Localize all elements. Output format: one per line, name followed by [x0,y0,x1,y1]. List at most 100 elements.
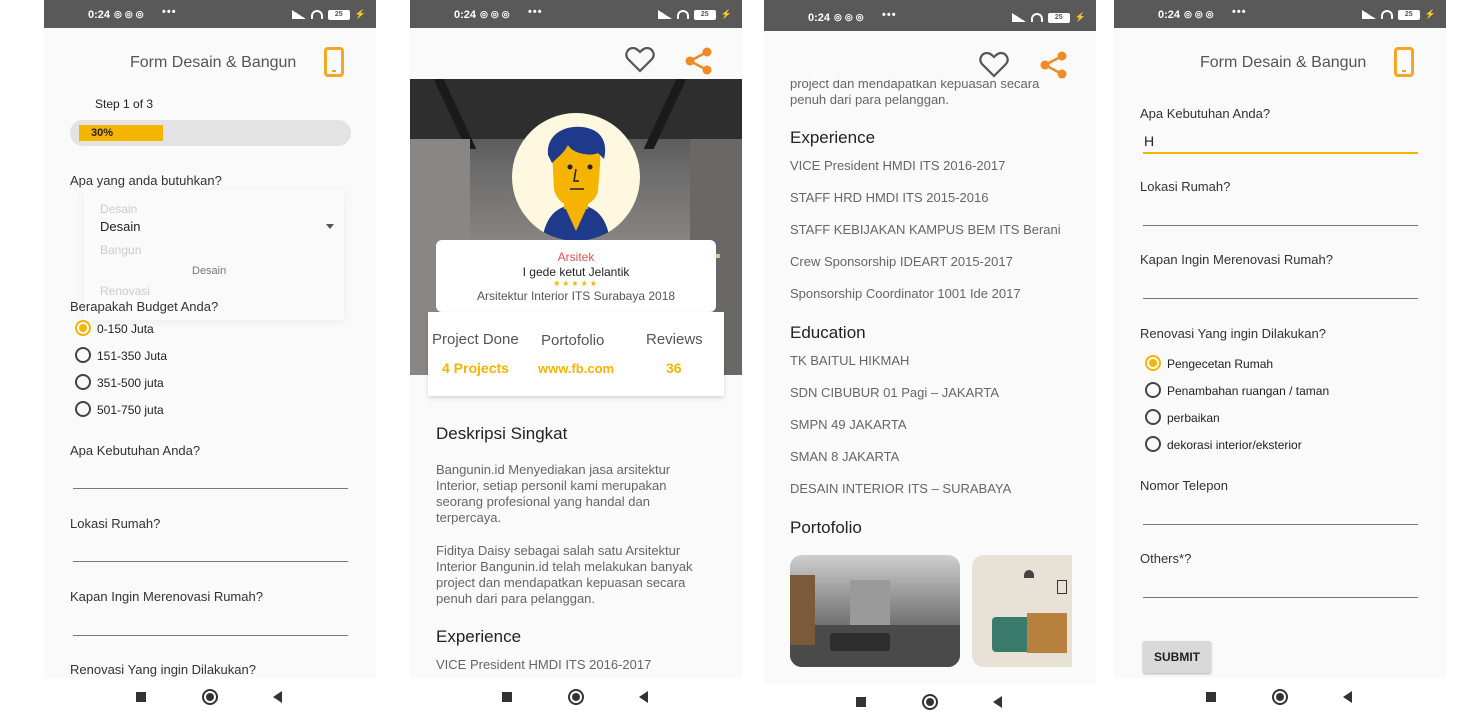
radio-label: dekorasi interior/eksterior [1167,438,1302,452]
portfolio-image[interactable] [972,555,1072,667]
stats-card: Project Done 4 Projects Portofolio www.f… [428,312,724,396]
question-renovasi: Renovasi Yang ingin Dilakukan? [1140,326,1326,341]
question-kapan: Kapan Ingin Merenovasi Rumah? [1140,252,1333,267]
phone-icon[interactable] [1394,47,1414,77]
home-button[interactable] [922,694,938,710]
step-label: Step 1 of 3 [95,97,154,111]
dropdown-option[interactable]: Desain [192,265,226,277]
kebutuhan-input[interactable] [73,488,348,489]
radio-label: 501-750 juta [97,403,164,417]
avatar [512,113,640,241]
experience-title: Experience [436,627,522,646]
recent-apps-button[interactable] [1206,692,1216,702]
profile-school: Arsitektur Interior ITS Surabaya 2018 [476,289,676,303]
wifi-icon [1030,13,1043,22]
radio-renovasi-0[interactable] [1145,355,1161,371]
status-bar: 0:24 ◎◎◎ ••• 25 ⚡ [410,0,742,28]
dropdown-option[interactable]: Desain [100,202,137,216]
recent-apps-button[interactable] [856,697,866,707]
recent-apps-button[interactable] [502,692,512,702]
chevron-down-icon[interactable] [326,224,334,229]
education-title: Education [790,323,866,342]
heart-icon[interactable] [625,47,655,73]
progress-bar: 30% [70,120,351,146]
kapan-input[interactable] [1143,298,1418,299]
dropdown-option[interactable]: Bangun [100,243,141,257]
radio-label: perbaikan [1167,411,1220,425]
radio-budget-0[interactable] [75,320,91,336]
others-input[interactable] [1143,597,1418,598]
avatar-illustration [542,126,610,241]
telepon-input[interactable] [1143,524,1418,525]
radio-label: 151-350 Juta [97,349,168,363]
radio-label: 0-150 Juta [97,322,154,336]
question-renovasi: Renovasi Yang ingin Dilakukan? [70,662,256,677]
radio-renovasi-3[interactable] [1145,436,1161,452]
radio-budget-1[interactable] [75,347,91,363]
nav-bar [44,678,376,720]
notification-icons: ◎◎◎ [114,9,147,19]
education-item: SMAN 8 JAKARTA [790,449,900,464]
question-others: Others*? [1140,551,1192,566]
submit-label: SUBMIT [1154,650,1200,664]
progress-label: 30% [91,127,114,139]
signal-icon [657,10,672,19]
back-button[interactable] [993,696,1002,708]
submit-button[interactable]: SUBMIT [1143,641,1211,673]
battery-icon: 25 [693,9,716,20]
phone-icon[interactable] [324,47,344,77]
description-paragraph-1: Bangunin.id Menyediakan jasa arsitektur … [436,462,671,525]
education-item: TK BAITUL HIKMAH [790,353,910,368]
radio-budget-2[interactable] [75,374,91,390]
more-dots-icon: ••• [528,6,543,18]
recent-apps-button[interactable] [136,692,146,702]
share-icon[interactable] [1040,51,1068,79]
question-kebutuhan: Apa Kebutuhan Anda? [70,443,201,458]
portfolio-image[interactable] [790,555,960,667]
radio-budget-3[interactable] [75,401,91,417]
wifi-icon [310,10,323,19]
screen-profile: 0:24 ◎◎◎ ••• 25 ⚡ Arsitek I gede ketut J… [410,0,742,720]
stat-project-value: 4 Projects [442,360,509,376]
status-time: 0:24 [808,12,831,24]
radio-renovasi-2[interactable] [1145,409,1161,425]
wifi-icon [1380,10,1393,19]
back-button[interactable] [1343,691,1352,703]
stat-portfolio-link[interactable]: www.fb.com [538,361,614,376]
back-button[interactable] [273,691,282,703]
radio-renovasi-1[interactable] [1145,382,1161,398]
radio-label: 351-500 juta [97,376,164,390]
home-button[interactable] [202,689,218,705]
status-bar: 0:24 ◎◎◎ ••• 25 ⚡ [764,0,1096,31]
share-icon[interactable] [685,47,713,75]
profile-name: I gede ketut Jelantik [522,265,630,279]
progress-fill: 30% [79,125,163,141]
kapan-input[interactable] [73,635,348,636]
nav-bar [764,684,1096,720]
battery-icon: 25 [327,9,350,20]
stat-reviews-label: Reviews [646,331,703,348]
back-button[interactable] [639,691,648,703]
status-time: 0:24 [88,9,111,21]
education-item: DESAIN INTERIOR ITS – SURABAYA [790,481,1012,496]
kebutuhan-input[interactable]: H [1143,128,1418,154]
experience-item: STAFF HRD HMDI ITS 2015-2016 [790,190,989,205]
screen-form-filled: 0:24 ◎◎◎ ••• 25 ⚡ Form Desain & Bangun Ap… [1114,0,1446,720]
kebutuhan-value: H [1144,133,1155,149]
experience-item: VICE President HMDI ITS 2016-2017 [790,158,1006,173]
notification-icons: ◎◎◎ [834,12,867,22]
lokasi-input[interactable] [73,561,348,562]
dropdown-option[interactable]: Renovasi [100,284,150,298]
description-title: Deskripsi Singkat [436,424,568,443]
status-bar: 0:24 ◎◎◎ ••• 25 ⚡ [1114,0,1446,28]
status-time: 0:24 [454,9,477,21]
lokasi-input[interactable] [1143,225,1418,226]
education-item: SMPN 49 JAKARTA [790,417,907,432]
home-button[interactable] [568,689,584,705]
home-button[interactable] [1272,689,1288,705]
notification-icons: ◎◎◎ [1184,9,1217,19]
question-kapan: Kapan Ingin Merenovasi Rumah? [70,589,263,604]
heart-icon[interactable] [979,52,1009,78]
question-telepon: Nomor Telepon [1140,478,1228,493]
dropdown-selected[interactable]: Desain [100,219,140,234]
